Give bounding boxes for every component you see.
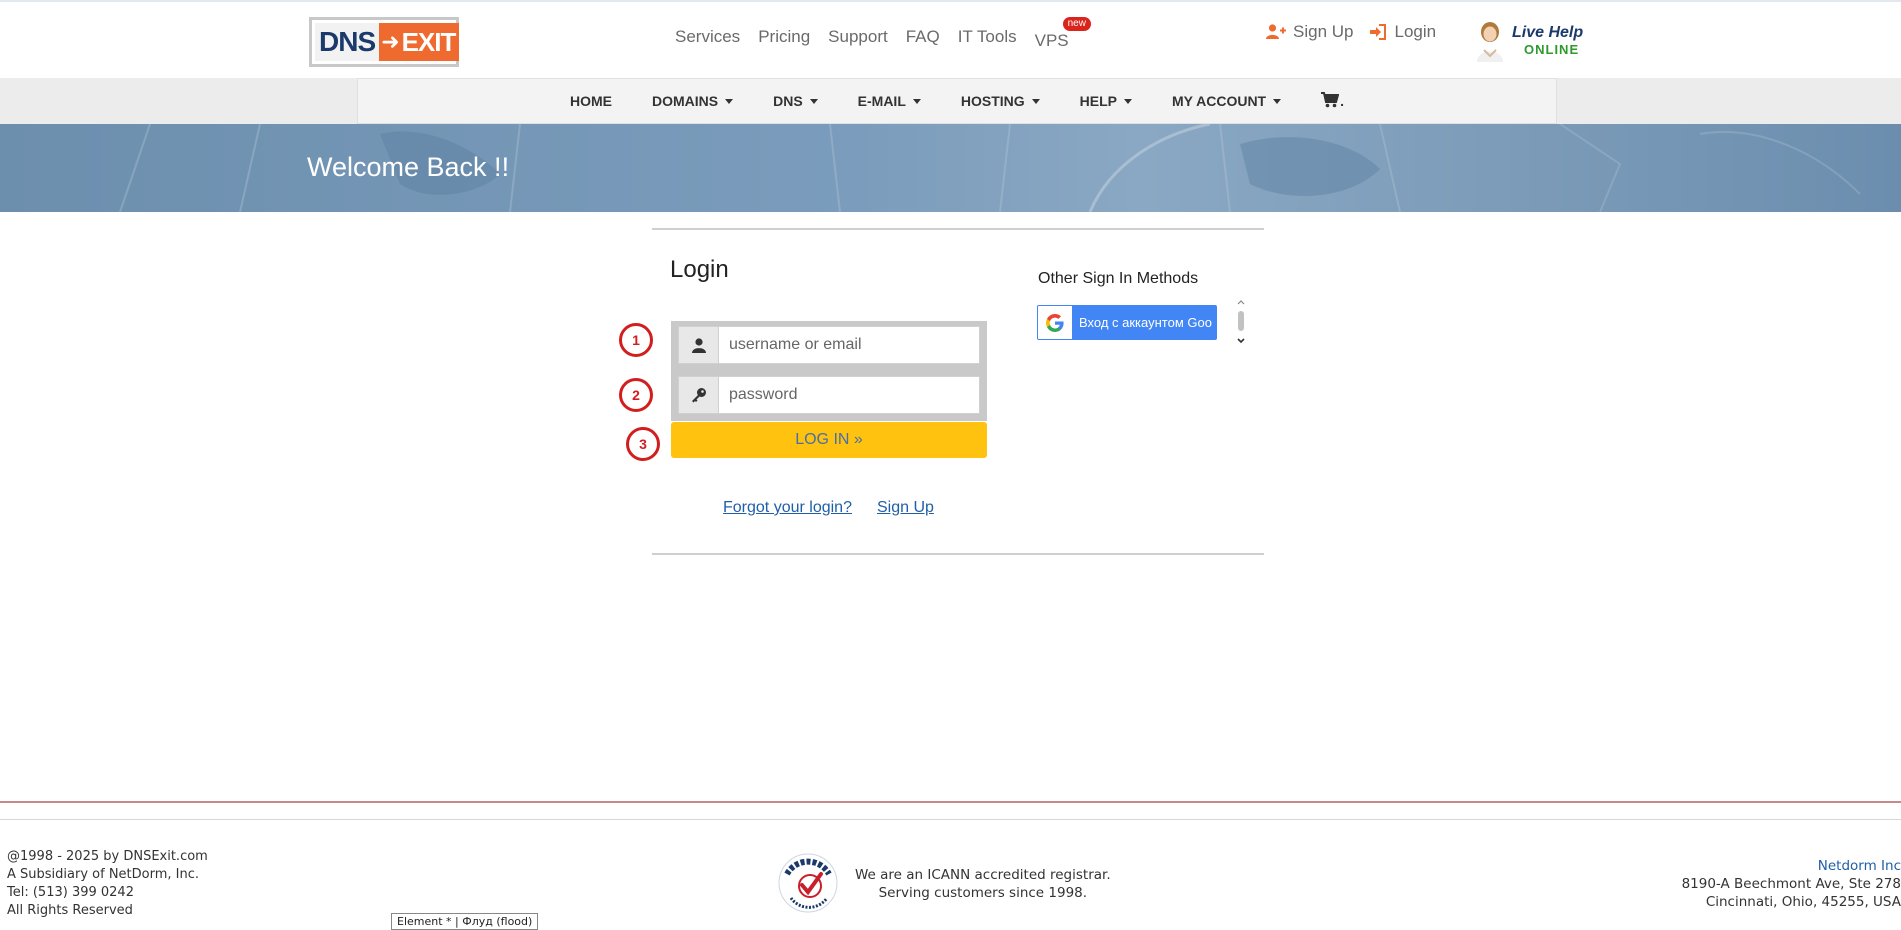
footer-address: Netdorm Inc 8190-A Beechmont Ave, Ste 27… bbox=[1680, 857, 1901, 911]
nav-my-account-label: MY ACCOUNT bbox=[1172, 93, 1267, 109]
topnav-vps[interactable]: VPS new bbox=[1034, 17, 1091, 51]
footer-company-link[interactable]: Netdorm Inc bbox=[1680, 857, 1901, 875]
scrollbar-thumb[interactable] bbox=[1238, 311, 1244, 331]
element-tooltip: Element * | Флуд (flood) bbox=[391, 913, 539, 930]
icann-line-1: We are an ICANN accredited registrar. bbox=[855, 867, 1111, 883]
login-links: Forgot your login? Sign Up bbox=[723, 499, 934, 517]
caret-down-icon bbox=[1031, 98, 1040, 104]
nav-cart[interactable]: . bbox=[1321, 91, 1345, 111]
logo-text-exit: EXIT bbox=[401, 23, 460, 61]
new-badge: new bbox=[1062, 17, 1091, 31]
other-signin-heading: Other Sign In Methods bbox=[1038, 270, 1199, 287]
live-help-text: Live Help ONLINE bbox=[1512, 24, 1583, 58]
page-title: Welcome Back !! bbox=[307, 152, 510, 182]
nav-help[interactable]: HELP bbox=[1080, 93, 1132, 109]
topnav-pricing[interactable]: Pricing bbox=[758, 27, 810, 51]
topnav-support[interactable]: Support bbox=[828, 27, 888, 51]
top-nav: Services Pricing Support FAQ IT Tools VP… bbox=[675, 17, 1091, 51]
footer-rights-line: All Rights Reserved bbox=[7, 903, 133, 918]
top-header: DNS ➜ EXIT Services Pricing Support FAQ … bbox=[0, 0, 1901, 78]
live-help-title: Live Help bbox=[1512, 24, 1584, 41]
welcome-banner: Welcome Back !! bbox=[0, 124, 1901, 212]
google-g-icon bbox=[1038, 306, 1072, 339]
user-icon bbox=[679, 327, 719, 363]
footer-street: 8190-A Beechmont Ave, Ste 278 bbox=[1681, 876, 1901, 892]
sign-in-icon bbox=[1369, 24, 1387, 40]
login-form bbox=[671, 321, 987, 421]
banner-map-background bbox=[119, 124, 1861, 212]
caret-down-icon bbox=[1124, 98, 1132, 104]
caret-down-icon bbox=[1273, 98, 1282, 104]
live-help-status: ONLINE bbox=[1524, 42, 1580, 57]
section-divider-top bbox=[652, 228, 1264, 230]
auth-links: Sign Up Login bbox=[1266, 22, 1436, 42]
nav-dns-label: DNS bbox=[773, 93, 803, 109]
caret-down-icon bbox=[809, 98, 818, 104]
login-button[interactable]: LOG IN » bbox=[671, 422, 987, 458]
main-nav: HOME DOMAINS DNS E-MAIL HOSTING HELP MY … bbox=[357, 78, 1557, 124]
section-divider-bottom bbox=[652, 553, 1264, 555]
caret-down-icon bbox=[725, 98, 734, 104]
topnav-faq[interactable]: FAQ bbox=[906, 27, 940, 51]
topnav-it-tools[interactable]: IT Tools bbox=[958, 27, 1017, 51]
nav-my-account[interactable]: MY ACCOUNT bbox=[1172, 93, 1282, 109]
nav-hosting[interactable]: HOSTING bbox=[961, 93, 1040, 109]
footer-phone-line: Tel: (513) 399 0242 bbox=[7, 885, 134, 900]
signup-page-link[interactable]: Sign Up bbox=[877, 499, 934, 517]
nav-home-label: HOME bbox=[569, 93, 612, 109]
signup-link[interactable]: Sign Up bbox=[1266, 22, 1353, 42]
username-field-group bbox=[678, 326, 980, 364]
dnsexit-logo[interactable]: DNS ➜ EXIT bbox=[309, 17, 460, 67]
password-field-group bbox=[678, 376, 980, 414]
user-plus-icon bbox=[1266, 24, 1286, 40]
topnav-services[interactable]: Services bbox=[675, 27, 740, 51]
login-link[interactable]: Login bbox=[1369, 22, 1436, 42]
nav-domains-label: DOMAINS bbox=[651, 93, 719, 109]
nav-dns[interactable]: DNS bbox=[773, 93, 818, 109]
google-signin-label: Вход с аккаунтом Goo bbox=[1079, 315, 1212, 330]
logo-arrow-icon: ➜ bbox=[379, 23, 402, 61]
footer-divider-gray bbox=[0, 819, 1901, 820]
live-help[interactable]: Live Help ONLINE bbox=[1474, 20, 1583, 62]
footer-subsidiary-line: A Subsidiary of NetDorm, Inc. bbox=[7, 867, 199, 882]
support-agent-avatar bbox=[1474, 20, 1506, 62]
step-marker-3: 3 bbox=[626, 427, 660, 461]
icann-line-2: Serving customers since 1998. bbox=[878, 885, 1088, 901]
topnav-vps-label: VPS bbox=[1034, 31, 1069, 50]
login-label: Login bbox=[1394, 22, 1437, 41]
forgot-login-link[interactable]: Forgot your login? bbox=[723, 499, 852, 517]
nav-help-label: HELP bbox=[1079, 93, 1117, 109]
nav-home[interactable]: HOME bbox=[570, 93, 612, 109]
footer-copyright-line: @1998 - 2025 by DNSExit.com bbox=[7, 849, 208, 864]
caret-down-icon bbox=[912, 98, 921, 104]
username-input[interactable] bbox=[719, 327, 979, 363]
footer-copyright: @1998 - 2025 by DNSExit.com A Subsidiary… bbox=[7, 848, 208, 920]
cart-count: . bbox=[1340, 93, 1345, 109]
footer-divider-red bbox=[0, 801, 1901, 803]
logo-text-dns: DNS bbox=[315, 23, 380, 61]
nav-email-label: E-MAIL bbox=[857, 93, 906, 109]
login-heading: Login bbox=[670, 256, 729, 283]
nav-hosting-label: HOSTING bbox=[960, 93, 1025, 109]
cart-icon bbox=[1321, 91, 1340, 111]
footer-city: Cincinnati, Ohio, 45255, USA bbox=[1705, 894, 1901, 910]
icann-seal-icon bbox=[777, 852, 839, 914]
signup-label: Sign Up bbox=[1293, 22, 1354, 41]
key-icon bbox=[679, 377, 719, 413]
signin-methods-scrollbar[interactable] bbox=[1236, 298, 1246, 346]
google-signin-button[interactable]: Вход с аккаунтом Goo bbox=[1037, 305, 1217, 340]
icann-statement: We are an ICANN accredited registrar. Se… bbox=[855, 866, 1111, 902]
nav-email[interactable]: E-MAIL bbox=[858, 93, 921, 109]
step-marker-2: 2 bbox=[619, 378, 653, 412]
step-marker-1: 1 bbox=[619, 323, 653, 357]
password-input[interactable] bbox=[719, 377, 979, 413]
logo-inner: DNS ➜ EXIT bbox=[315, 23, 460, 61]
nav-domains[interactable]: DOMAINS bbox=[651, 93, 734, 109]
